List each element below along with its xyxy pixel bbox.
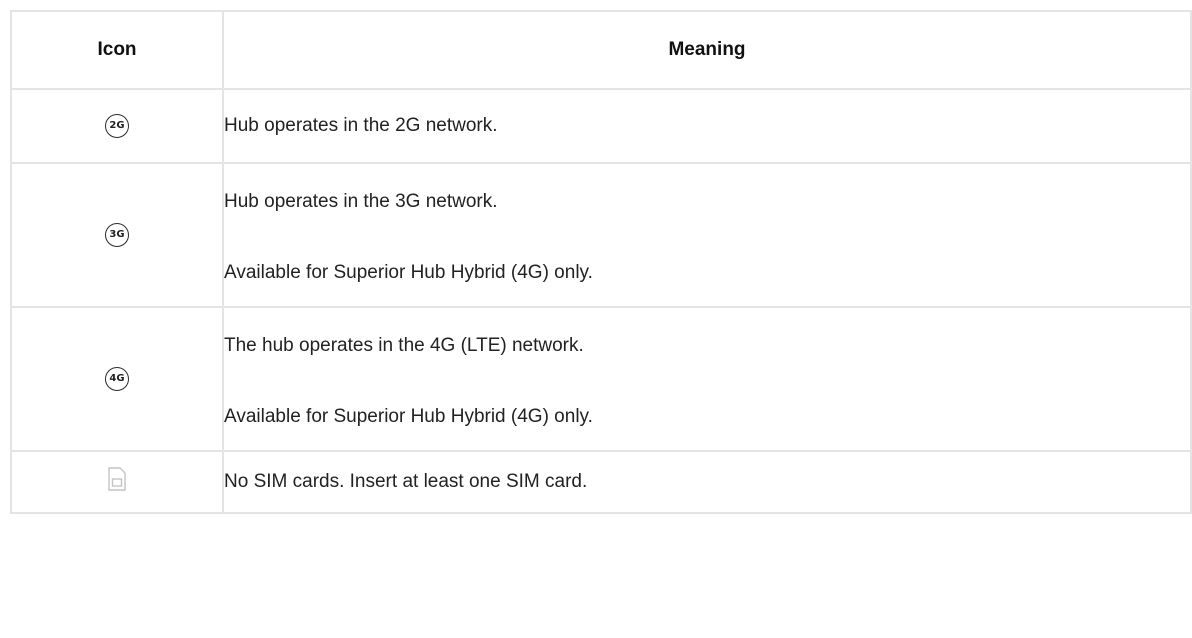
header-meaning: Meaning xyxy=(222,10,1192,90)
table-row: 3G Hub operates in the 3G network. Avail… xyxy=(10,162,1192,308)
meaning-cell: Hub operates in the 3G network. Availabl… xyxy=(222,162,1192,308)
network-2g-icon: 2G xyxy=(105,114,129,138)
network-4g-icon: 4G xyxy=(105,367,129,391)
icon-meaning-table: Icon Meaning 2G Hub operates in the 2G n… xyxy=(10,10,1192,514)
meaning-text: No SIM cards. Insert at least one SIM ca… xyxy=(224,471,588,492)
network-3g-icon: 3G xyxy=(105,223,129,247)
meaning-cell: No SIM cards. Insert at least one SIM ca… xyxy=(222,450,1192,514)
icon-cell: 3G xyxy=(10,162,224,308)
table-row: No SIM cards. Insert at least one SIM ca… xyxy=(10,450,1192,514)
table-row: 4G The hub operates in the 4G (LTE) netw… xyxy=(10,306,1192,452)
header-icon: Icon xyxy=(10,10,224,90)
no-sim-card-icon xyxy=(108,467,126,497)
icon-cell xyxy=(10,450,224,514)
meaning-cell: The hub operates in the 4G (LTE) network… xyxy=(222,306,1192,452)
meaning-cell: Hub operates in the 2G network. xyxy=(222,88,1192,164)
meaning-note: Available for Superior Hub Hybrid (4G) o… xyxy=(224,262,593,283)
meaning-text: The hub operates in the 4G (LTE) network… xyxy=(224,335,584,356)
meaning-text: Hub operates in the 3G network. xyxy=(224,191,498,212)
meaning-text: Hub operates in the 2G network. xyxy=(224,115,498,136)
icon-cell: 2G xyxy=(10,88,224,164)
table-row: 2G Hub operates in the 2G network. xyxy=(10,88,1192,164)
table-header-row: Icon Meaning xyxy=(10,10,1192,90)
icon-cell: 4G xyxy=(10,306,224,452)
meaning-note: Available for Superior Hub Hybrid (4G) o… xyxy=(224,406,593,427)
